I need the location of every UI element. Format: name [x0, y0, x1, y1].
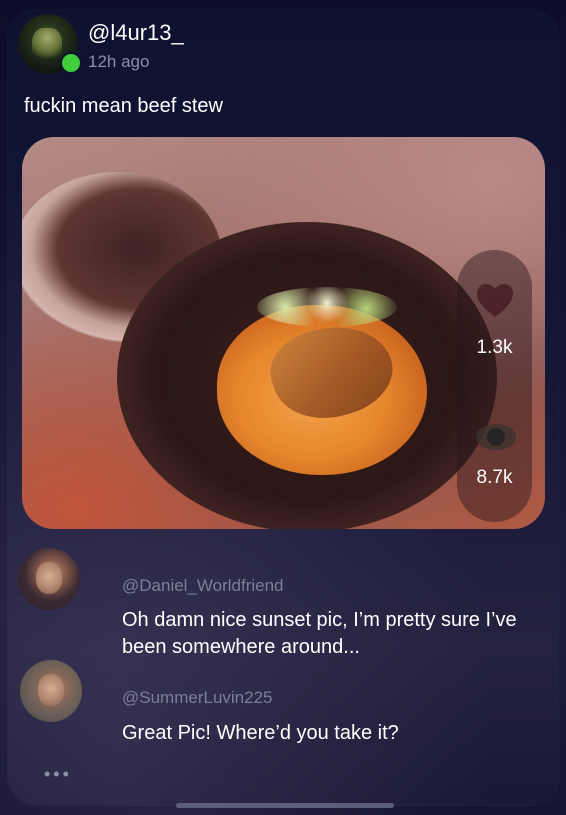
avatar-face: [36, 562, 62, 594]
view-count: 8.7k: [476, 467, 513, 488]
comment-text: Great Pic! Where’d you take it?: [122, 722, 399, 744]
comment-text: Oh damn nice sunset pic, I’m pretty sure…: [122, 609, 517, 658]
like-count: 1.3k: [476, 337, 513, 358]
online-status-icon: [62, 54, 80, 72]
post-timestamp: 12h ago: [88, 52, 150, 71]
comment-username[interactable]: @SummerLuvin225: [122, 688, 273, 708]
eye-icon[interactable]: [475, 423, 517, 451]
author-username[interactable]: @l4ur13_: [88, 20, 184, 46]
home-indicator[interactable]: [176, 803, 394, 808]
more-icon[interactable]: •••: [44, 764, 72, 785]
post-caption: fuckin mean beef stew: [24, 95, 223, 117]
app-frame: @l4ur13_ 12h ago fuckin mean beef stew 1…: [0, 0, 566, 815]
heart-icon[interactable]: [475, 283, 515, 319]
comment-username[interactable]: @Daniel_Worldfriend: [122, 576, 284, 596]
comment-avatar[interactable]: [18, 548, 80, 610]
avatar-figure: [32, 28, 62, 62]
comment-avatar[interactable]: [20, 660, 82, 722]
avatar-face: [38, 674, 64, 706]
photo-greens: [257, 287, 397, 327]
